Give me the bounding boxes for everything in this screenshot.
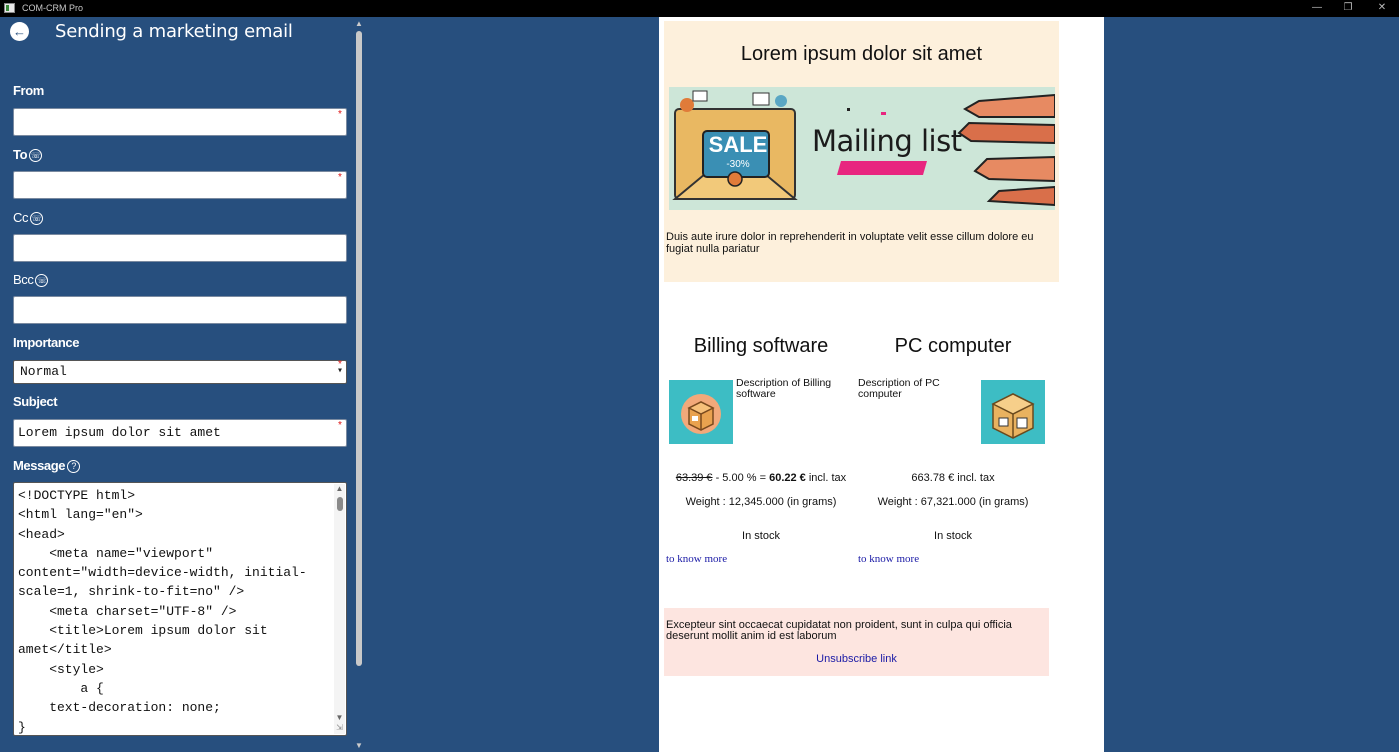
- restore-button[interactable]: ❐: [1331, 0, 1365, 17]
- product-stock: In stock: [742, 530, 780, 542]
- know-more-link[interactable]: to know more: [666, 553, 727, 565]
- code-line: content="width=device-width, initial-: [18, 565, 307, 581]
- bcc-field[interactable]: [13, 296, 347, 324]
- code-line: <title>Lorem ipsum dolor sit: [18, 623, 268, 639]
- discount-text: -30%: [726, 159, 750, 170]
- scroll-up-icon[interactable]: ▲: [335, 484, 344, 493]
- decor-mail: [752, 92, 770, 106]
- minimize-button[interactable]: —: [1300, 0, 1334, 17]
- computer-package-icon: [981, 380, 1045, 444]
- code-line: <!DOCTYPE html>: [18, 488, 136, 503]
- product-price: 63.39 € - 5.00 % = 60.22 € incl. tax: [666, 472, 856, 484]
- required-mark: *: [338, 109, 342, 120]
- to-label-text: To: [13, 147, 28, 162]
- scroll-down-icon[interactable]: ▼: [354, 741, 364, 750]
- hero-title: Lorem ipsum dolor sit amet: [740, 43, 983, 65]
- old-price: 63.39 €: [675, 472, 713, 484]
- window-title-bar: COM-CRM Pro — ❐ ✕: [0, 0, 1399, 17]
- decor-dot: [680, 98, 694, 112]
- subject-label: Subject: [13, 394, 58, 409]
- message-editor[interactable]: <!DOCTYPE html> <html lang="en"> <head> …: [13, 482, 347, 736]
- message-code: <!DOCTYPE html> <html lang="en"> <head> …: [14, 483, 346, 735]
- code-line: <head>: [18, 526, 65, 542]
- footer-section: Excepteur sint occaecat cupidatat non pr…: [664, 608, 1049, 676]
- envelope-seal: [727, 171, 743, 187]
- footer-paragraph: Excepteur sint occaecat cupidatat non pr…: [666, 619, 1012, 642]
- product-stock: In stock: [934, 530, 972, 542]
- message-label-text: Message: [13, 458, 66, 473]
- hero-section: Lorem ipsum dolor sit amet SALE -30% Mai…: [664, 21, 1059, 282]
- to-label: To ☏: [13, 147, 43, 162]
- subject-field[interactable]: Lorem ipsum dolor sit amet: [13, 419, 347, 447]
- decor-dot: [775, 95, 787, 107]
- bcc-label-text: Bcc: [13, 272, 34, 287]
- contacts-icon[interactable]: ☏: [30, 212, 44, 225]
- product-title: PC computer: [894, 335, 1012, 357]
- contacts-icon[interactable]: ☏: [35, 274, 49, 287]
- discount-text: - 5.00 % =: [712, 472, 770, 484]
- required-mark: *: [338, 420, 342, 431]
- scroll-up-icon[interactable]: ▲: [354, 19, 364, 28]
- sale-text: SALE: [708, 132, 768, 157]
- cc-label-text: Cc: [13, 210, 29, 225]
- back-arrow-icon[interactable]: ←: [10, 22, 29, 41]
- code-line: <meta charset="UTF-8" />: [18, 603, 237, 619]
- bcc-label: Bcc ☏: [13, 272, 49, 287]
- code-line: }: [18, 719, 26, 735]
- close-button[interactable]: ✕: [1365, 0, 1399, 17]
- tax-note: incl. tax: [805, 472, 847, 484]
- contacts-icon[interactable]: ☏: [29, 149, 43, 162]
- product-price: 663.78 € incl. tax: [911, 472, 995, 484]
- product-title: Billing software: [693, 335, 829, 357]
- product-weight: Weight : 12,345.000 (in grams): [685, 496, 837, 508]
- message-label: Message?: [13, 458, 81, 473]
- importance-value: Normal: [20, 364, 67, 379]
- scroll-down-icon[interactable]: ▼: [335, 713, 344, 722]
- code-line: <style>: [18, 661, 104, 677]
- app-icon: [4, 3, 15, 13]
- hero-paragraph: Duis aute irure dolor in reprehenderit i…: [666, 231, 1034, 255]
- importance-label: Importance: [13, 335, 80, 350]
- package-illustration: [991, 393, 1035, 439]
- code-line: amet</title>: [18, 642, 112, 658]
- to-field[interactable]: [13, 171, 347, 199]
- cc-label: Cc ☏: [13, 210, 44, 225]
- decor-mail: [692, 90, 708, 102]
- package-icon: [669, 380, 733, 444]
- decor-dot: [881, 112, 886, 115]
- unsubscribe-link[interactable]: Unsubscribe link: [664, 653, 1049, 665]
- from-field[interactable]: [13, 108, 347, 136]
- mailing-list-banner: SALE -30% Mailing list: [669, 87, 1055, 210]
- scroll-thumb[interactable]: [356, 31, 362, 666]
- from-label: From: [13, 83, 44, 98]
- banner-text: Mailing list: [812, 124, 962, 158]
- required-mark: *: [338, 172, 342, 183]
- window-title: COM-CRM Pro: [22, 3, 83, 13]
- code-line: a {: [18, 680, 104, 696]
- scroll-thumb[interactable]: [337, 497, 343, 511]
- know-more-link[interactable]: to know more: [858, 553, 919, 565]
- code-line: <html lang="en">: [18, 507, 143, 523]
- product-description: Description of Billing software: [736, 377, 832, 400]
- email-form-panel: ← Sending a marketing email From * To ☏ *…: [0, 17, 353, 752]
- importance-select[interactable]: Normal ▾: [13, 360, 347, 384]
- page-title: Sending a marketing email: [55, 21, 293, 42]
- panel-scrollbar[interactable]: ▲ ▼: [353, 17, 365, 752]
- package-illustration: [681, 394, 721, 434]
- code-line: <meta name="viewport": [18, 545, 214, 561]
- help-icon[interactable]: ?: [67, 460, 81, 473]
- email-preview: Lorem ipsum dolor sit amet SALE -30% Mai…: [659, 17, 1104, 752]
- banner-bar: [837, 161, 927, 175]
- resize-grip-icon[interactable]: ⇲: [334, 723, 345, 734]
- cc-field[interactable]: [13, 234, 347, 262]
- product-weight: Weight : 67,321.000 (in grams): [877, 496, 1029, 508]
- code-line: text-decoration: none;: [18, 700, 221, 716]
- final-price: 60.22 €: [769, 472, 806, 484]
- hands-illustration: [957, 93, 1055, 207]
- decor-dot: [847, 108, 850, 111]
- required-mark: *: [338, 359, 342, 370]
- product-description: Description of PC computer: [858, 377, 940, 400]
- message-scrollbar[interactable]: ▲ ▼: [334, 484, 345, 734]
- code-line: scale=1, shrink-to-fit=no" />: [18, 584, 245, 600]
